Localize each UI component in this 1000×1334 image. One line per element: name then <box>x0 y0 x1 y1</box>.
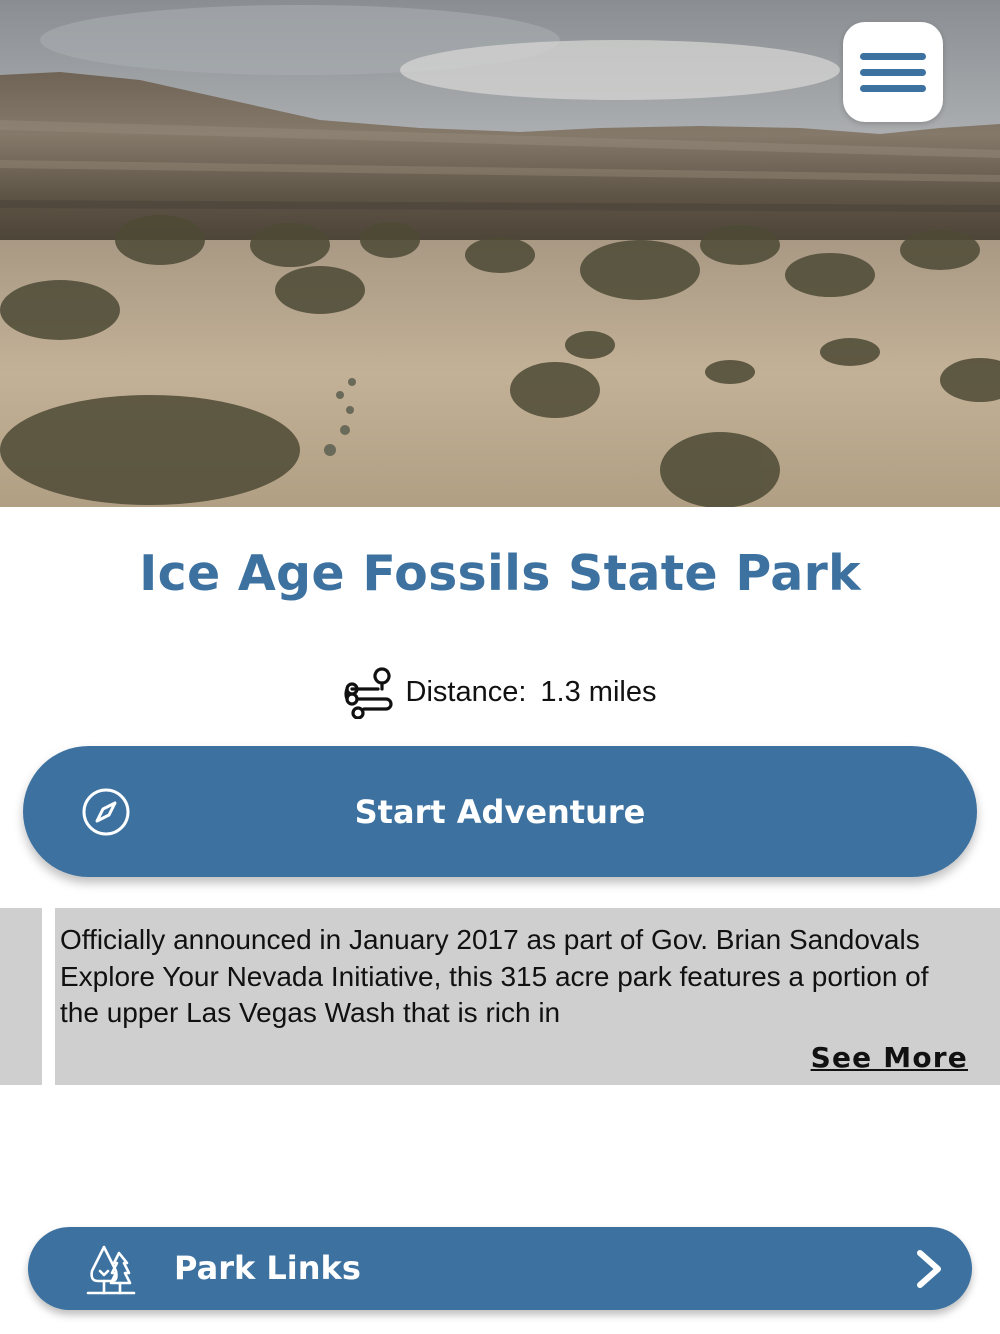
see-more-link[interactable]: See More <box>811 1041 968 1074</box>
distance-row: Distance: 1.3 miles <box>0 665 1000 719</box>
route-icon <box>343 667 393 719</box>
description-divider <box>42 908 55 1085</box>
park-links-button[interactable]: Park Links <box>28 1227 972 1310</box>
distance-label: Distance: <box>405 675 527 708</box>
hamburger-menu-icon <box>860 44 926 101</box>
chevron-right-icon <box>917 1250 941 1288</box>
start-adventure-button[interactable]: Start Adventure <box>23 746 977 877</box>
description-text: Officially announced in January 2017 as … <box>60 924 929 1028</box>
menu-button[interactable] <box>843 22 943 122</box>
description-panel: Officially announced in January 2017 as … <box>0 908 1000 1085</box>
hero-image <box>0 0 1000 507</box>
distance-value: 1.3 miles <box>540 675 657 708</box>
start-adventure-label: Start Adventure <box>354 792 646 831</box>
trees-icon <box>86 1245 136 1295</box>
park-links-label: Park Links <box>174 1249 361 1287</box>
page-title: Ice Age Fossils State Park <box>139 545 861 602</box>
